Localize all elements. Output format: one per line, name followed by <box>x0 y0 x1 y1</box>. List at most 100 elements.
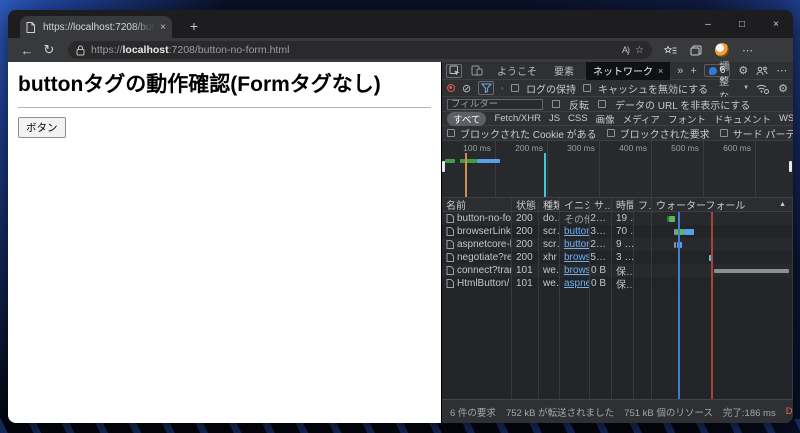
inspect-element-icon[interactable] <box>446 63 462 78</box>
cell-f <box>634 225 652 238</box>
filter-input[interactable] <box>447 98 543 110</box>
maximize-button[interactable]: □ <box>725 10 759 38</box>
dcl-event-line <box>678 212 680 399</box>
minimize-button[interactable]: – <box>691 10 725 38</box>
chip-js[interactable]: JS <box>549 113 560 124</box>
request-row-aspnetcore-bro-[interactable]: aspnetcore-bro…200scr…button-…12…9 … <box>442 238 793 251</box>
blocked-filter-row: ブロックされた Cookie がある ブロックされた要求 サード パーティ要求 <box>442 126 793 141</box>
overview-gridline <box>755 141 756 197</box>
close-button[interactable]: × <box>759 10 793 38</box>
disable-cache-checkbox[interactable] <box>583 84 592 92</box>
address-bar[interactable]: https://localhost:7208/button-no-form.ht… <box>68 41 652 59</box>
grid-header-row[interactable]: 名前 状態 種類 イニシ… サ… 時間 フ… ウォーターフォール▲ <box>442 198 793 212</box>
record-icon[interactable] <box>447 84 455 92</box>
invert-label: 反転 <box>569 100 589 112</box>
chip-fetch-xhr[interactable]: Fetch/XHR <box>494 113 540 124</box>
load-event-line <box>711 212 713 399</box>
add-tab-icon[interactable]: + <box>690 65 696 77</box>
chip-doc[interactable]: ドキュメント <box>714 112 771 126</box>
cell-initiator[interactable]: button-… <box>560 238 590 251</box>
cell-name[interactable]: HtmlButton/ <box>442 277 512 290</box>
request-row-negotiate-requ-[interactable]: negotiate?requ…200xhrbrowse…95…3 … <box>442 251 793 264</box>
network-conditions-icon[interactable] <box>756 83 770 94</box>
cell-size: 72… <box>590 212 612 225</box>
overview-gridline <box>703 141 704 197</box>
cell-initiator[interactable]: browse… <box>560 251 590 264</box>
devtools-menu-icon[interactable]: ⋯ <box>776 64 787 77</box>
more-tabs-icon[interactable]: » <box>677 65 683 77</box>
devtools-tab-network[interactable]: ネットワーク × <box>586 61 671 80</box>
third-party-checkbox[interactable] <box>719 129 728 137</box>
request-doc-icon <box>446 227 454 236</box>
cell-initiator[interactable]: aspnetc… <box>560 277 590 290</box>
cell-name[interactable]: negotiate?requ… <box>442 251 512 264</box>
network-status-bar: 6 件の要求 752 kB が転送されました 751 kB 個のリソース 完了:… <box>442 399 793 423</box>
request-row-connect-transp-[interactable]: connect?transp…101we…browse…0 B保… <box>442 264 793 277</box>
cell-status: 200 <box>512 225 539 238</box>
refresh-button[interactable]: ↻ <box>38 42 60 58</box>
chip-all[interactable]: すべて <box>447 111 487 126</box>
overview-tick-label: 400 ms <box>619 143 647 153</box>
tab-close-icon[interactable]: × <box>160 22 166 33</box>
network-settings-icon[interactable]: ⚙ <box>778 82 788 95</box>
chip-media[interactable]: メディア <box>623 112 660 126</box>
chip-font[interactable]: フォント <box>668 112 706 126</box>
device-toolbar-icon[interactable] <box>469 64 485 78</box>
blocked-requests-checkbox[interactable] <box>606 129 615 137</box>
network-tab-close-icon[interactable]: × <box>658 66 663 76</box>
col-initiator: イニシ… <box>560 198 590 211</box>
cell-f <box>634 238 652 251</box>
browser-tab[interactable]: https://localhost:7208/button-no × <box>20 16 172 38</box>
cell-initiator[interactable]: browse… <box>560 264 590 277</box>
network-overview-timeline[interactable]: 100 ms 200 ms 300 ms 400 ms 500 ms 600 ms <box>442 141 793 198</box>
cell-initiator[interactable]: その他 <box>560 212 590 225</box>
cell-name[interactable]: connect?transp… <box>442 264 512 277</box>
search-icon[interactable] <box>501 83 504 94</box>
chip-css[interactable]: CSS <box>568 113 588 124</box>
cell-waterfall <box>652 212 793 225</box>
request-doc-icon <box>446 240 454 249</box>
favorites-bar-icon[interactable] <box>664 44 677 56</box>
favorite-star-icon[interactable]: ☆ <box>635 45 644 56</box>
cell-time: 70 … <box>612 225 634 238</box>
browser-menu-icon[interactable]: ⋯ <box>742 44 753 57</box>
overview-tick-label: 500 ms <box>671 143 699 153</box>
devtools-tab-elements[interactable]: 要素 <box>549 63 579 78</box>
cell-name[interactable]: aspnetcore-bro… <box>442 238 512 251</box>
new-tab-button[interactable]: + <box>184 16 204 36</box>
read-aloud-icon[interactable]: A) <box>622 45 630 55</box>
transferred: 752 kB が転送されました <box>505 407 615 419</box>
blocked-cookies-checkbox[interactable] <box>447 129 455 137</box>
overview-activity-bar <box>460 159 477 163</box>
cell-waterfall <box>652 225 793 238</box>
filter-funnel-icon[interactable] <box>478 81 495 95</box>
cell-name[interactable]: button-no-for… <box>442 212 512 225</box>
collections-icon[interactable] <box>690 45 702 56</box>
clear-icon[interactable]: ⊘ <box>462 82 471 95</box>
cell-waterfall <box>652 264 793 277</box>
request-row-button-no-for-[interactable]: button-no-for…200do…その他72…19 … <box>442 212 793 225</box>
people-icon[interactable] <box>756 66 768 76</box>
hide-data-urls-checkbox[interactable] <box>598 100 606 108</box>
cell-waterfall <box>652 251 793 264</box>
col-status: 状態 <box>512 198 539 211</box>
invert-checkbox[interactable] <box>552 100 560 108</box>
cell-name[interactable]: browserLink <box>442 225 512 238</box>
profile-avatar[interactable] <box>715 43 729 57</box>
request-row-browserlink[interactable]: browserLink200scr…button-…73…70 … <box>442 225 793 238</box>
page-button[interactable]: ボタン <box>18 117 66 139</box>
col-type: 種類 <box>539 198 560 211</box>
chip-ws[interactable]: WS <box>779 113 793 124</box>
preserve-log-checkbox[interactable] <box>511 84 520 92</box>
request-row-htmlbutton-[interactable]: HtmlButton/101we…aspnetc…0 B保… <box>442 277 793 290</box>
overview-right-handle[interactable] <box>789 161 792 172</box>
cell-size: 0 B <box>590 277 612 290</box>
cell-f <box>634 251 652 264</box>
request-doc-icon <box>446 279 454 288</box>
cell-f <box>634 212 652 225</box>
back-button[interactable]: ← <box>16 43 38 58</box>
cell-waterfall <box>652 238 793 251</box>
cell-initiator[interactable]: button-… <box>560 225 590 238</box>
devtools-tab-welcome[interactable]: ようこそ <box>492 63 542 78</box>
chip-img[interactable]: 画像 <box>596 112 615 126</box>
